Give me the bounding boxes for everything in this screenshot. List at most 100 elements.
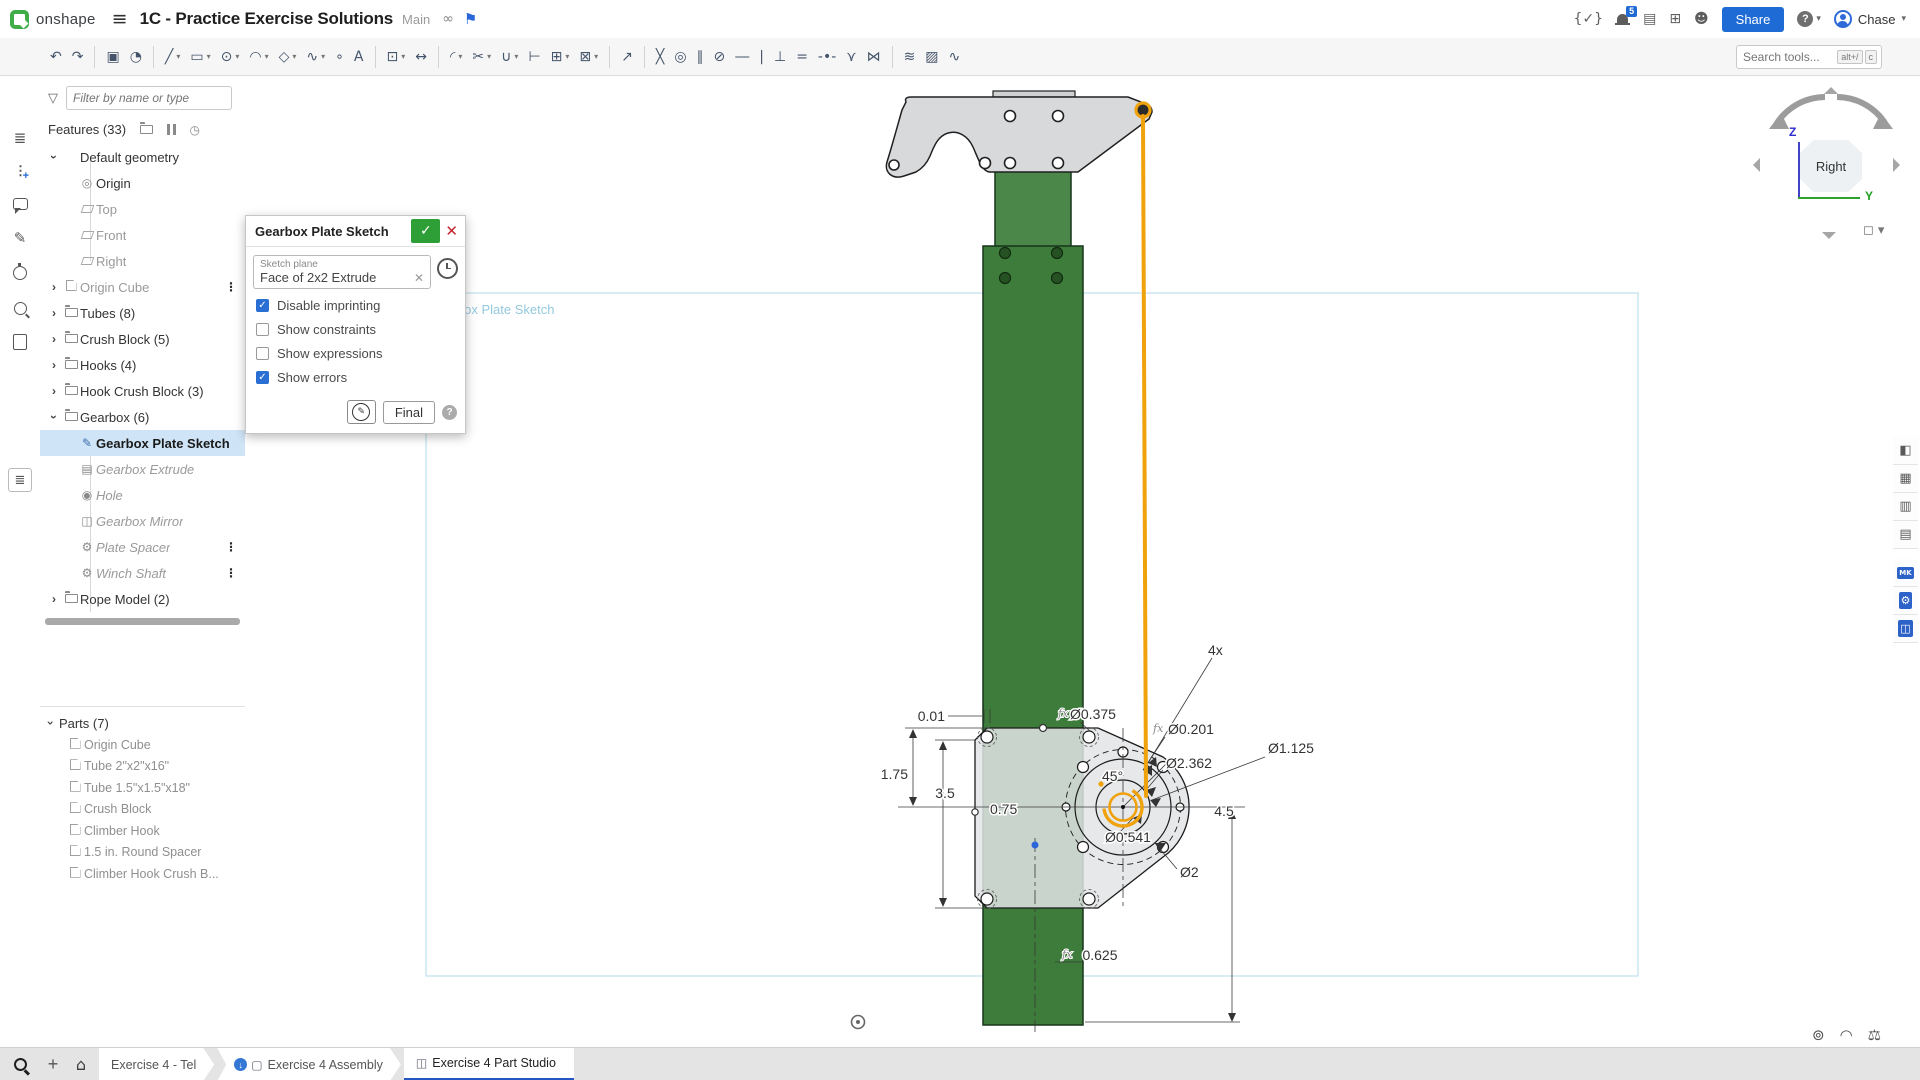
edge-point[interactable] [1040, 725, 1047, 732]
pattern-tool[interactable]: ⊞▾ [547, 47, 574, 67]
corner-rectangle-tool[interactable]: ▭▾ [186, 47, 214, 67]
part-row[interactable]: Tube 1.5"x1.5"x18" [40, 777, 245, 799]
view-cube-face[interactable]: Right [1800, 140, 1862, 192]
edge-point[interactable] [972, 809, 978, 815]
custom-tables-panel-icon[interactable]: ▥ [1893, 493, 1918, 521]
offset-tool[interactable]: ∪▾ [497, 47, 522, 67]
configurations-panel-icon[interactable]: ▦ [1893, 465, 1918, 493]
origin-marker[interactable] [852, 1016, 865, 1029]
chevron-down-icon[interactable]: ▾ [321, 52, 325, 61]
checkbox-row[interactable]: Show expressions [256, 346, 455, 361]
part-row[interactable]: Crush Block [40, 799, 245, 821]
chevron-down-icon[interactable]: › [47, 409, 61, 425]
home-icon[interactable]: ⌂ [66, 1048, 96, 1080]
part-row[interactable]: 1.5 in. Round Spacer [40, 842, 245, 864]
inner-tube[interactable] [995, 168, 1071, 250]
measure-tape-icon[interactable]: ⊚ [1812, 1026, 1825, 1044]
filter-input[interactable] [66, 86, 232, 110]
hook-top-bar[interactable] [993, 91, 1075, 97]
user-avatar[interactable] [1834, 10, 1852, 28]
feature-row[interactable]: Front [40, 222, 245, 248]
point-tool[interactable]: ∘ [331, 47, 348, 67]
vertical-tool[interactable]: | [755, 47, 768, 67]
arc-tool[interactable]: ◠▾ [245, 47, 272, 67]
chevron-right-icon[interactable]: › [46, 332, 62, 346]
selected-point[interactable] [1032, 842, 1039, 849]
protractor-icon[interactable]: ◠ [1840, 1026, 1853, 1044]
cancel-button[interactable]: ✕ [445, 222, 458, 240]
gearbox-plate-region[interactable] [975, 728, 1189, 908]
sketch-expressions-tool[interactable]: ≋ [900, 47, 920, 67]
model-canvas[interactable]: Gearbox Plate Sketch [245, 76, 1920, 1047]
new-folder-icon[interactable] [140, 123, 153, 137]
chevron-right-icon[interactable]: › [46, 358, 62, 372]
help-icon[interactable]: ? [1797, 11, 1813, 27]
part-row[interactable]: Climber Hook Crush B... [40, 863, 245, 885]
chevron-down-icon[interactable]: ▾ [401, 52, 405, 61]
tab-document[interactable]: Exercise 4 - Tel [99, 1048, 214, 1080]
mkcad-app-icon[interactable]: MK [1893, 559, 1918, 587]
extend-tool[interactable]: ⊢ [524, 47, 544, 67]
chevron-down-icon[interactable]: ▾ [235, 52, 239, 61]
parallel-tool[interactable]: ∥ [693, 47, 708, 67]
rollback-history-icon[interactable]: ◷ [190, 123, 200, 137]
checkbox-unchecked-icon[interactable] [256, 347, 269, 360]
chevron-down-icon[interactable]: ▾ [265, 52, 269, 61]
checkbox-row[interactable]: ✓Show errors [256, 370, 455, 385]
accept-button[interactable]: ✓ [411, 219, 440, 243]
feature-row[interactable]: ›Hooks (4) [40, 352, 245, 378]
feature-row[interactable]: ◎Origin [40, 170, 245, 196]
comments-icon[interactable] [0, 189, 40, 219]
tasks-icon[interactable]: ▤ [1643, 11, 1656, 27]
rotate-down-arrow[interactable] [1822, 232, 1836, 239]
feature-row[interactable]: ⚙Winch Shaft⋮ [40, 560, 245, 586]
rotate-up-arrow[interactable] [1824, 87, 1838, 94]
feature-tree-hscrollbar[interactable] [45, 618, 240, 625]
variables-panel-icon[interactable]: ▤ [1893, 521, 1918, 549]
chevron-down-icon[interactable]: ▾ [594, 52, 598, 61]
feature-row[interactable]: ›Hook Crush Block (3) [40, 378, 245, 404]
chevron-down-icon[interactable]: ▾ [458, 52, 462, 61]
search-tools-box[interactable]: alt+/ c [1736, 45, 1882, 69]
copy-tool[interactable]: ▣ [102, 47, 123, 67]
chevron-right-icon[interactable]: › [46, 280, 62, 294]
rollback-clock-icon[interactable] [437, 258, 458, 279]
chevron-right-icon[interactable]: › [46, 306, 62, 320]
link-icon[interactable]: ∞ [442, 11, 454, 27]
feature-row[interactable]: ›Origin Cube⋮ [40, 274, 245, 300]
appearance-panel-icon[interactable]: ◧ [1893, 437, 1918, 465]
mass-properties-icon[interactable]: ⚖ [1868, 1026, 1881, 1044]
overflow-menu-icon[interactable]: ⋮ [225, 280, 237, 294]
apps-icon[interactable]: ⊞ [1669, 11, 1681, 27]
feature-row[interactable]: ◉Hole [40, 482, 245, 508]
documentation-app-icon[interactable]: ◫ [1893, 615, 1918, 643]
checklist-icon[interactable] [0, 327, 40, 357]
feature-row[interactable]: ›Gearbox (6) [40, 404, 245, 430]
robot-app-icon[interactable]: ⚙ [1893, 587, 1918, 615]
feature-row[interactable]: Top [40, 196, 245, 222]
workspace-name[interactable]: Main [402, 12, 430, 27]
part-row[interactable]: Climber Hook [40, 820, 245, 842]
dialog-help-icon[interactable]: ? [442, 405, 457, 420]
chevron-down-icon[interactable]: › [47, 149, 61, 165]
use-project-tool[interactable]: ⊡▾ [383, 47, 410, 67]
conic-tool[interactable]: ∿ [945, 47, 965, 67]
perpendicular-tool[interactable]: ⊥ [770, 47, 790, 67]
share-button[interactable]: Share [1722, 7, 1785, 32]
measure-tool[interactable]: ↗ [617, 47, 637, 67]
final-button[interactable]: Final [383, 401, 435, 424]
search-tools-input[interactable] [1741, 49, 1835, 65]
center-circle-tool[interactable]: ⊙▾ [217, 47, 244, 67]
midpoint-tool[interactable]: -•- [814, 47, 840, 67]
concentric-tool[interactable]: ◎ [670, 47, 690, 67]
feature-list-icon[interactable]: ≣ [0, 123, 40, 153]
chevron-down-icon[interactable]: › [43, 721, 57, 726]
user-caret-icon[interactable]: ▾ [1901, 14, 1906, 24]
overflow-menu-icon[interactable]: ⋮ [225, 566, 237, 580]
feature-row[interactable]: ›Default geometry [40, 144, 245, 170]
checkbox-row[interactable]: ✓Disable imprinting [256, 298, 455, 313]
checkbox-checked-icon[interactable]: ✓ [256, 299, 269, 312]
tab-assembly[interactable]: ↓▢Exercise 4 Assembly [217, 1048, 401, 1080]
chevron-down-icon[interactable]: ▾ [292, 52, 296, 61]
equal-tool[interactable]: = [792, 47, 812, 67]
